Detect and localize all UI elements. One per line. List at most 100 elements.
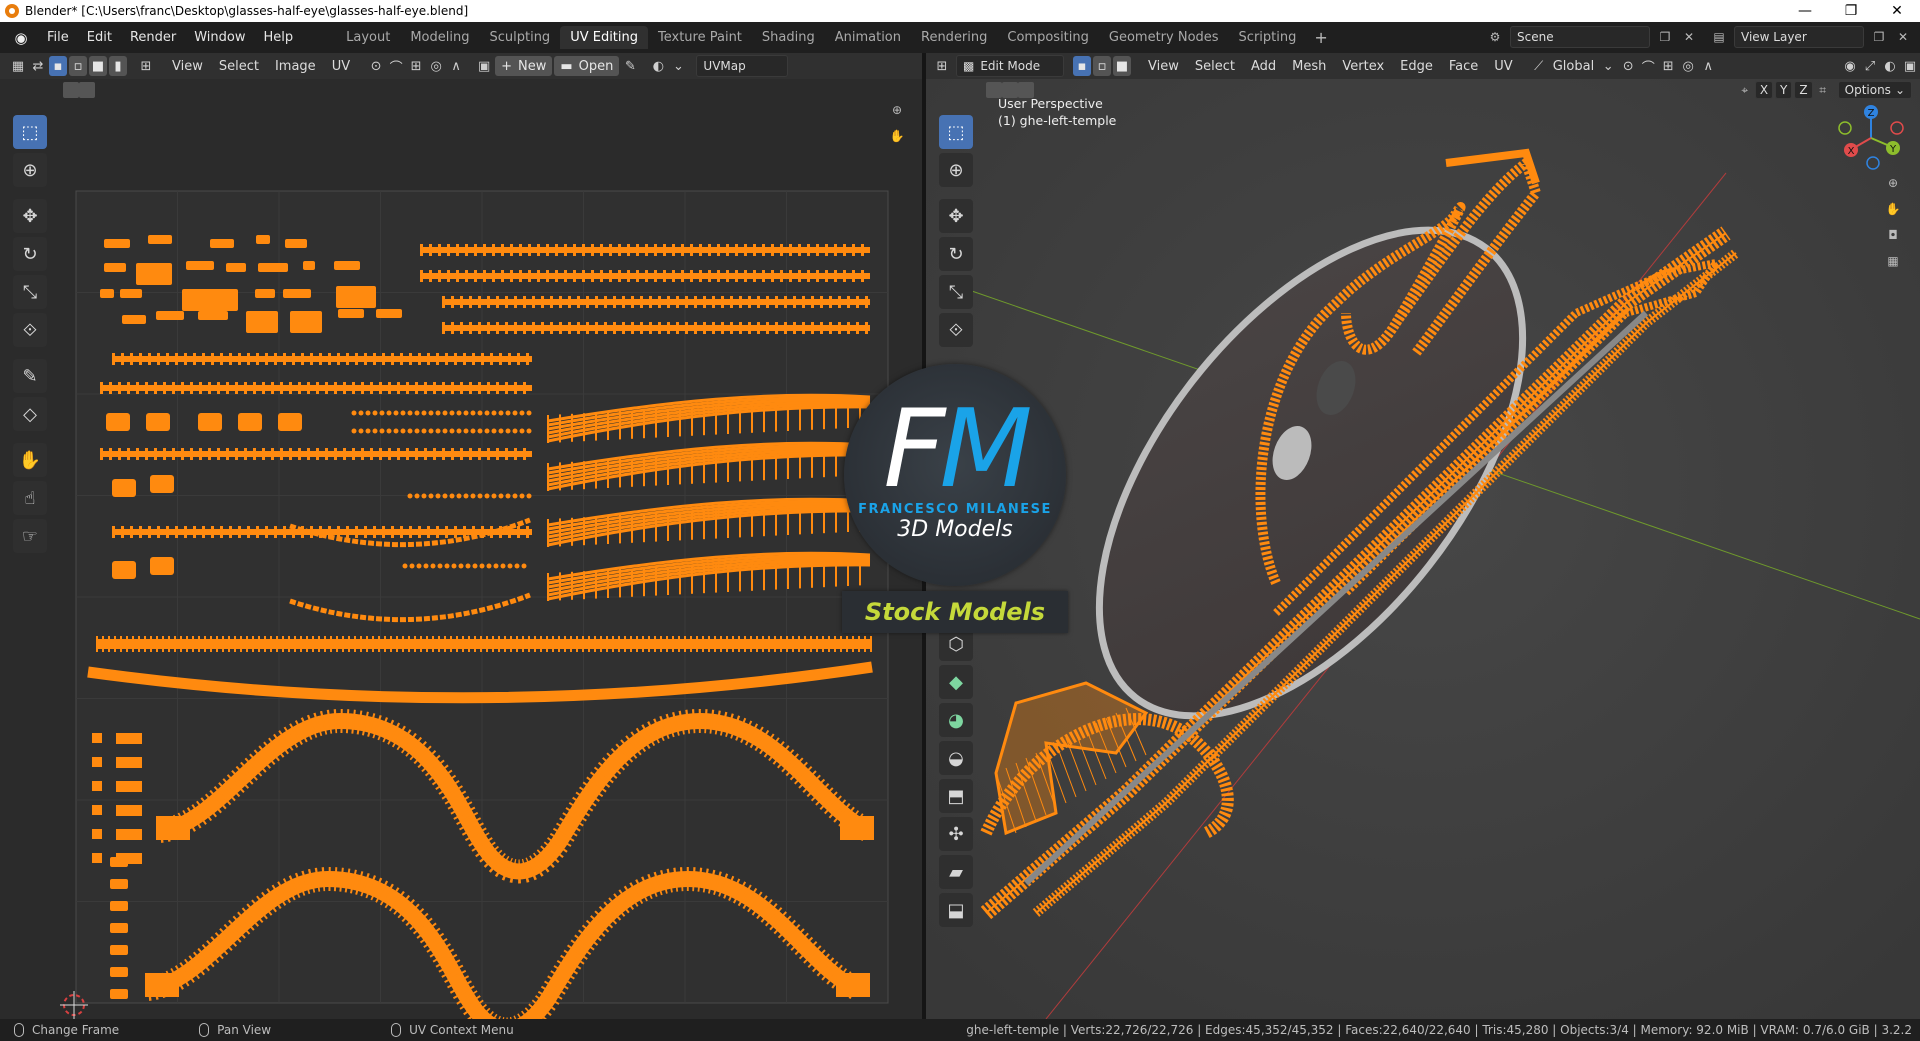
relax-tool-icon[interactable]: ☝: [13, 481, 47, 515]
zoom-icon[interactable]: ⊕: [888, 101, 906, 119]
vp-menu-vertex[interactable]: Vertex: [1334, 59, 1392, 74]
mirror-x-toggle[interactable]: X: [1754, 81, 1774, 99]
snap-target-icon[interactable]: ⊞: [406, 56, 426, 76]
vp-pan-icon[interactable]: ✋: [1884, 200, 1902, 218]
sync-selection-icon[interactable]: ⇄: [28, 56, 48, 76]
cursor-tool-icon[interactable]: ⊕: [13, 153, 47, 187]
tab-modeling[interactable]: Modeling: [400, 26, 479, 49]
vp-menu-uv[interactable]: UV: [1486, 59, 1520, 74]
tab-shading[interactable]: Shading: [752, 26, 825, 49]
face-select-mode-button[interactable]: ■: [89, 56, 107, 76]
vp-menu-view[interactable]: View: [1140, 59, 1187, 74]
minimize-button[interactable]: —: [1782, 0, 1828, 22]
select-box-extend-button[interactable]: [63, 82, 79, 98]
vertex-mode-button[interactable]: ▪: [1073, 56, 1091, 76]
tab-sculpting[interactable]: Sculpting: [479, 26, 560, 49]
add-workspace-icon[interactable]: +: [1306, 28, 1335, 47]
select-box-subtract-button[interactable]: [79, 82, 95, 98]
rotate-tool-icon[interactable]: ↻: [13, 237, 47, 271]
new-image-button[interactable]: + New: [495, 56, 553, 76]
orientation-dropdown-icon[interactable]: ⌄: [1598, 56, 1618, 76]
annotate-tool-icon[interactable]: ✎: [13, 359, 47, 393]
orientation-label[interactable]: Global: [1549, 59, 1598, 74]
move-tool-icon[interactable]: ✥: [13, 199, 47, 233]
vp-select-new-button[interactable]: [970, 82, 986, 98]
mode-selector[interactable]: ▩ Edit Mode: [956, 55, 1064, 77]
new-view-layer-icon[interactable]: ❐: [1870, 28, 1888, 46]
pinch-tool-icon[interactable]: ☞: [13, 519, 47, 553]
tab-rendering[interactable]: Rendering: [911, 26, 997, 49]
delete-view-layer-icon[interactable]: ✕: [1894, 28, 1912, 46]
uv-menu-select[interactable]: Select: [211, 59, 267, 74]
face-mode-button[interactable]: ■: [1113, 56, 1131, 76]
visibility-icon[interactable]: ◉: [1840, 56, 1860, 76]
xray-icon[interactable]: ▣: [1900, 56, 1920, 76]
vp-scale-tool-icon[interactable]: ⤡: [939, 275, 973, 309]
menu-window[interactable]: Window: [185, 30, 254, 45]
uv-menu-uv[interactable]: UV: [324, 59, 358, 74]
vp-menu-edge[interactable]: Edge: [1392, 59, 1441, 74]
perspective-grid-icon[interactable]: ▦: [1884, 252, 1902, 270]
shrink-fatten-tool-icon[interactable]: ✣: [939, 817, 973, 851]
scale-tool-icon[interactable]: ⤡: [13, 275, 47, 309]
tab-scripting[interactable]: Scripting: [1229, 26, 1307, 49]
view-layer-field[interactable]: View Layer: [1734, 26, 1864, 48]
delete-scene-icon[interactable]: ✕: [1680, 28, 1698, 46]
vp-snap-target-icon[interactable]: ⊞: [1658, 56, 1678, 76]
edge-mode-button[interactable]: ▫: [1093, 56, 1111, 76]
blender-logo-icon[interactable]: ◉: [8, 28, 34, 48]
vp-overlays-icon[interactable]: ◐: [1880, 56, 1900, 76]
vp-menu-mesh[interactable]: Mesh: [1284, 59, 1334, 74]
proportional-edit-icon[interactable]: ◎: [426, 56, 446, 76]
smooth-tool-icon[interactable]: ◒: [939, 741, 973, 775]
select-box-new-button[interactable]: [47, 82, 63, 98]
rip-tool-icon[interactable]: ◇: [13, 397, 47, 431]
pivot-icon[interactable]: ⊙: [1618, 56, 1638, 76]
mirror-z-toggle[interactable]: Z: [1794, 81, 1813, 99]
view-layer-icon[interactable]: ▤: [1710, 28, 1728, 46]
options-dropdown[interactable]: Options ⌄: [1837, 81, 1912, 99]
shear-tool-icon[interactable]: ▰: [939, 855, 973, 889]
vp-menu-face[interactable]: Face: [1441, 59, 1486, 74]
edge-slide-tool-icon[interactable]: ⬒: [939, 779, 973, 813]
rip-region-tool-icon[interactable]: ⬓: [939, 893, 973, 927]
vp-transform-tool-icon[interactable]: ⟐: [939, 313, 973, 347]
uv-canvas[interactable]: [0, 101, 922, 1019]
orientation-icon[interactable]: ⟋: [1529, 56, 1549, 76]
tab-compositing[interactable]: Compositing: [997, 26, 1099, 49]
viewport-3d[interactable]: ⊞ ▩ Edit Mode ▪ ▫ ■ View Select Add Mesh …: [926, 53, 1920, 1019]
poly-build-tool-icon[interactable]: ◆: [939, 665, 973, 699]
viewport-editor-type-icon[interactable]: ⊞: [932, 56, 952, 76]
navigation-gizmo[interactable]: Z Y X: [1826, 101, 1916, 181]
vp-move-tool-icon[interactable]: ✥: [939, 199, 973, 233]
gizmo-toggle-icon[interactable]: ⤢: [1860, 56, 1880, 76]
tab-layout[interactable]: Layout: [336, 26, 400, 49]
vp-rotate-tool-icon[interactable]: ↻: [939, 237, 973, 271]
overlays-dropdown-icon[interactable]: ⌄: [668, 56, 688, 76]
edge-select-mode-button[interactable]: ▫: [69, 56, 87, 76]
uv-menu-view[interactable]: View: [164, 59, 211, 74]
vp-falloff-icon[interactable]: ∧: [1698, 56, 1718, 76]
tab-animation[interactable]: Animation: [825, 26, 911, 49]
restore-button[interactable]: ❐: [1828, 0, 1874, 22]
menu-file[interactable]: File: [38, 30, 78, 45]
mirror-icon[interactable]: ⌖: [1736, 81, 1754, 99]
menu-render[interactable]: Render: [121, 30, 185, 45]
vp-cursor-tool-icon[interactable]: ⊕: [939, 153, 973, 187]
falloff-icon[interactable]: ∧: [446, 56, 466, 76]
viewport-scene[interactable]: [926, 53, 1920, 1019]
transform-tool-icon[interactable]: ⟐: [13, 313, 47, 347]
new-scene-icon[interactable]: ❐: [1656, 28, 1674, 46]
menu-help[interactable]: Help: [255, 30, 303, 45]
pan-hand-icon[interactable]: ✋: [888, 127, 906, 145]
vp-select-box-tool-icon[interactable]: ⬚: [939, 115, 973, 149]
tab-texture-paint[interactable]: Texture Paint: [648, 26, 752, 49]
mirror-y-toggle[interactable]: Y: [1775, 81, 1793, 99]
vertex-select-mode-button[interactable]: ▪: [49, 56, 67, 76]
scene-icon[interactable]: ⚙: [1486, 28, 1504, 46]
pivot-point-icon[interactable]: ⊙: [366, 56, 386, 76]
menu-edit[interactable]: Edit: [78, 30, 121, 45]
select-box-tool-icon[interactable]: ⬚: [13, 115, 47, 149]
grab-tool-icon[interactable]: ✋: [13, 443, 47, 477]
vp-menu-add[interactable]: Add: [1243, 59, 1284, 74]
